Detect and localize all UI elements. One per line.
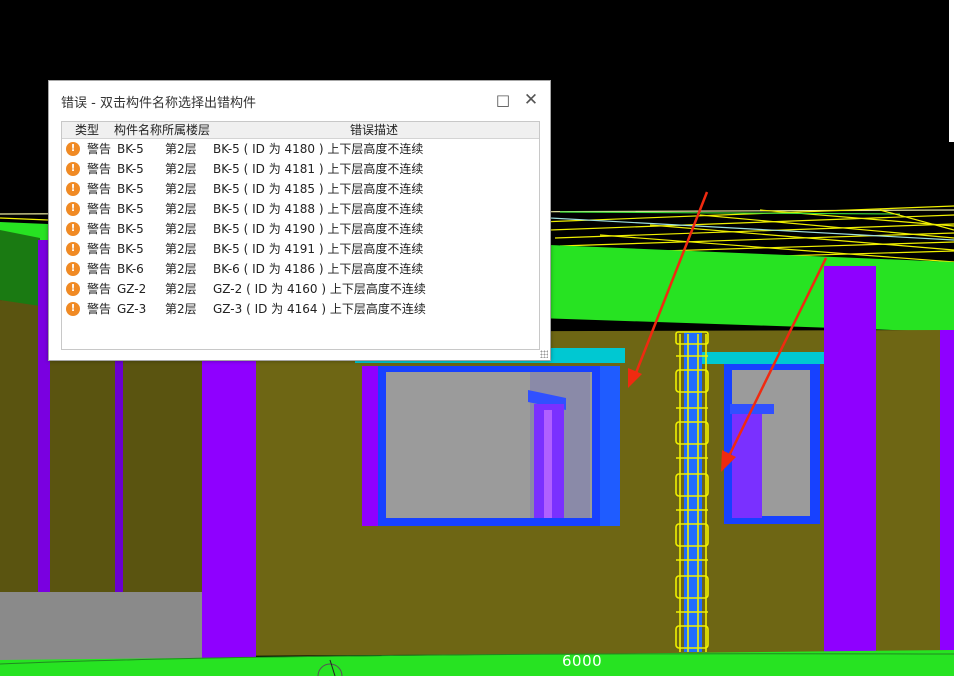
column-header-floor[interactable]: 所属楼层: [162, 122, 210, 138]
cell-component-name[interactable]: BK-5: [117, 139, 144, 159]
table-row[interactable]: ! 警告 BK-5 第2层 BK-5 ( ID 为 4190 ) 上下层高度不连…: [62, 219, 539, 239]
table-row[interactable]: ! 警告 BK-5 第2层 BK-5 ( ID 为 4185 ) 上下层高度不连…: [62, 179, 539, 199]
table-body: ! 警告 BK-5 第2层 BK-5 ( ID 为 4180 ) 上下层高度不连…: [62, 139, 539, 319]
warning-icon: !: [66, 222, 80, 236]
cell-type: 警告: [87, 142, 112, 156]
cell-floor: 第2层: [165, 302, 197, 316]
close-icon[interactable]: ✕: [520, 89, 542, 111]
cell-floor: 第2层: [165, 202, 197, 216]
cell-description: BK-6 ( ID 为 4186 ) 上下层高度不连续: [213, 262, 424, 276]
column-header-description[interactable]: 错误描述: [350, 122, 398, 138]
cell-type: 警告: [87, 242, 112, 256]
window-left-sash-inner: [544, 410, 552, 518]
column-header-type[interactable]: 类型: [75, 122, 99, 138]
cell-description: BK-5 ( ID 为 4188 ) 上下层高度不连续: [213, 202, 424, 216]
cell-type: 警告: [87, 222, 112, 236]
cell-description: BK-5 ( ID 为 4191 ) 上下层高度不连续: [213, 242, 424, 256]
cell-floor: 第2层: [165, 262, 197, 276]
cell-type: 警告: [87, 182, 112, 196]
column-front-right: [824, 266, 876, 676]
dialog-title: 错误 - 双击构件名称选择出错构件: [61, 96, 256, 111]
error-dialog[interactable]: 错误 - 双击构件名称选择出错构件 □ ✕ 类型 构件名称 所属楼层 错误描述 …: [48, 80, 551, 361]
cell-component-name[interactable]: BK-5: [117, 239, 144, 259]
cell-description: BK-5 ( ID 为 4185 ) 上下层高度不连续: [213, 182, 424, 196]
warning-icon: !: [66, 302, 80, 316]
dialog-titlebar[interactable]: 错误 - 双击构件名称选择出错构件 □ ✕: [49, 81, 550, 119]
cell-floor: 第2层: [165, 242, 197, 256]
warning-icon: !: [66, 202, 80, 216]
warning-icon: !: [66, 242, 80, 256]
error-table[interactable]: 类型 构件名称 所属楼层 错误描述 ! 警告 BK-5 第2层 BK-5 ( I…: [61, 121, 540, 350]
cell-description: BK-5 ( ID 为 4190 ) 上下层高度不连续: [213, 222, 424, 236]
cell-description: GZ-3 ( ID 为 4164 ) 上下层高度不连续: [213, 302, 426, 316]
warning-icon: !: [66, 162, 80, 176]
column-header-name[interactable]: 构件名称: [114, 122, 162, 138]
cell-component-name[interactable]: BK-5: [117, 159, 144, 179]
table-row[interactable]: ! 警告 GZ-3 第2层 GZ-3 ( ID 为 4164 ) 上下层高度不连…: [62, 299, 539, 319]
table-row[interactable]: ! 警告 GZ-2 第2层 GZ-2 ( ID 为 4160 ) 上下层高度不连…: [62, 279, 539, 299]
cell-floor: 第2层: [165, 142, 197, 156]
roof-edge: [0, 230, 40, 310]
cell-floor: 第2层: [165, 282, 197, 296]
cell-component-name[interactable]: BK-5: [117, 219, 144, 239]
table-row[interactable]: ! 警告 BK-5 第2层 BK-5 ( ID 为 4181 ) 上下层高度不连…: [62, 159, 539, 179]
cell-type: 警告: [87, 302, 112, 316]
table-row[interactable]: ! 警告 BK-6 第2层 BK-6 ( ID 为 4186 ) 上下层高度不连…: [62, 259, 539, 279]
cell-type: 警告: [87, 262, 112, 276]
cell-floor: 第2层: [165, 162, 197, 176]
resize-grip-icon[interactable]: [540, 350, 548, 358]
warning-icon: !: [66, 142, 80, 156]
side-wall-left: [0, 300, 40, 595]
cell-component-name[interactable]: GZ-2: [117, 279, 146, 299]
table-row[interactable]: ! 警告 BK-5 第2层 BK-5 ( ID 为 4180 ) 上下层高度不连…: [62, 139, 539, 159]
cell-component-name[interactable]: BK-5: [117, 199, 144, 219]
window-right-sash: [732, 414, 762, 518]
dimension-label: 6000: [562, 652, 603, 670]
cell-component-name[interactable]: GZ-3: [117, 299, 146, 319]
warning-icon: !: [66, 182, 80, 196]
ground-grey: [0, 592, 205, 662]
cell-floor: 第2层: [165, 182, 197, 196]
cell-description: GZ-2 ( ID 为 4160 ) 上下层高度不连续: [213, 282, 426, 296]
cell-type: 警告: [87, 162, 112, 176]
maximize-icon[interactable]: □: [492, 89, 514, 111]
table-header: 类型 构件名称 所属楼层 错误描述: [62, 122, 539, 139]
side-panel-edge: [949, 0, 954, 142]
table-row[interactable]: ! 警告 BK-5 第2层 BK-5 ( ID 为 4188 ) 上下层高度不连…: [62, 199, 539, 219]
warning-icon: !: [66, 262, 80, 276]
cell-description: BK-5 ( ID 为 4180 ) 上下层高度不连续: [213, 142, 424, 156]
cell-floor: 第2层: [165, 222, 197, 236]
cell-component-name[interactable]: BK-6: [117, 259, 144, 279]
warning-icon: !: [66, 282, 80, 296]
table-row[interactable]: ! 警告 BK-5 第2层 BK-5 ( ID 为 4191 ) 上下层高度不连…: [62, 239, 539, 259]
lintel-right: [702, 352, 824, 364]
wall-teeth-mid: [612, 395, 620, 485]
cell-component-name[interactable]: BK-5: [117, 179, 144, 199]
column-front-left: [202, 340, 256, 676]
cell-type: 警告: [87, 202, 112, 216]
cell-type: 警告: [87, 282, 112, 296]
cell-description: BK-5 ( ID 为 4181 ) 上下层高度不连续: [213, 162, 424, 176]
